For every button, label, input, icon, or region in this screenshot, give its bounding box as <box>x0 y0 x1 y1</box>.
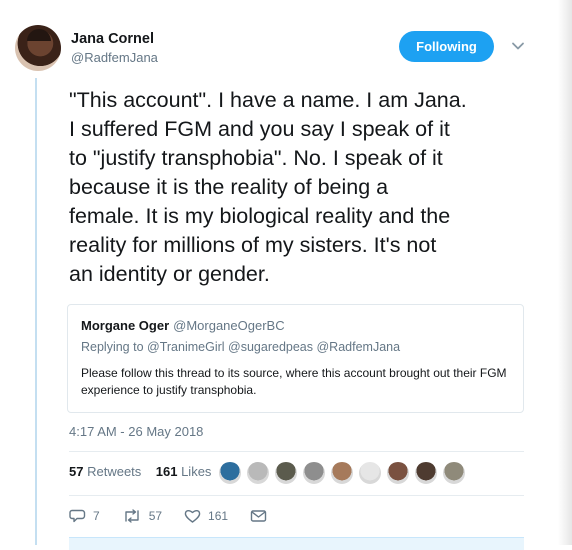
liker-avatar[interactable] <box>414 461 438 485</box>
tweet-line: "This account". I have a name. I am Jana… <box>69 88 467 112</box>
author-name[interactable]: Jana Cornel <box>71 31 154 47</box>
like-button[interactable]: 161 <box>184 508 228 524</box>
liker-avatar[interactable] <box>302 461 326 485</box>
quoted-author: Morgane Oger @MorganeOgerBC <box>81 318 285 333</box>
tweet-timestamp[interactable]: 4:17 AM - 26 May 2018 <box>69 424 203 439</box>
quoted-author-name: Morgane Oger <box>81 318 170 333</box>
thread-line <box>35 78 37 545</box>
tweet-line: to "justify transphobia". No. I speak of… <box>69 146 443 170</box>
tweet-line: female. It is my biological reality and … <box>69 204 451 228</box>
divider <box>69 451 524 452</box>
reply-button[interactable]: 7 <box>69 508 100 524</box>
direct-message-button[interactable] <box>250 509 274 523</box>
author-handle[interactable]: @RadfemJana <box>71 50 158 65</box>
liker-avatars <box>218 461 470 485</box>
reply-box[interactable] <box>69 537 524 550</box>
replying-to-label: Replying to <box>81 340 144 354</box>
envelope-icon <box>250 510 267 522</box>
window-edge-shadow <box>558 0 572 545</box>
likes-stat[interactable]: 161 Likes <box>156 464 212 479</box>
tweet-line: an identity or gender. <box>69 262 270 286</box>
replying-to: Replying to @TranimeGirl @sugaredpeas @R… <box>81 340 400 354</box>
chevron-down-icon[interactable] <box>510 38 526 54</box>
liker-avatar[interactable] <box>330 461 354 485</box>
liker-avatar[interactable] <box>358 461 382 485</box>
liker-avatar[interactable] <box>386 461 410 485</box>
replying-to-link[interactable]: @RadfemJana <box>316 340 400 354</box>
avatar[interactable] <box>15 25 61 71</box>
replying-to-link[interactable]: @TranimeGirl <box>147 340 225 354</box>
liker-avatar[interactable] <box>442 461 466 485</box>
liker-avatar[interactable] <box>218 461 242 485</box>
action-bar: 7 57 161 <box>69 508 296 524</box>
tweet-line: I suffered FGM and you say I speak of it <box>69 117 450 141</box>
likes-label: Likes <box>181 464 212 479</box>
retweet-icon <box>124 509 139 523</box>
retweets-count: 57 <box>69 464 84 479</box>
quoted-tweet[interactable]: Morgane Oger @MorganeOgerBC Replying to @… <box>67 304 524 413</box>
quoted-author-handle: @MorganeOgerBC <box>173 318 285 333</box>
like-count: 161 <box>208 509 229 523</box>
likes-count: 161 <box>155 464 178 479</box>
following-button[interactable]: Following <box>399 31 494 62</box>
tweet-line: reality for millions of my sisters. It's… <box>69 233 437 257</box>
retweet-count: 57 <box>148 509 163 523</box>
tweet-text: "This account". I have a name. I am Jana… <box>69 86 539 289</box>
replying-to-link[interactable]: @sugaredpeas <box>228 340 313 354</box>
tweet-line: because it is the reality of being a <box>69 175 389 199</box>
retweets-label: Retweets <box>87 464 142 479</box>
tweet-stats: 57 Retweets 161 Likes <box>69 464 211 479</box>
liker-avatar[interactable] <box>246 461 270 485</box>
retweets-stat[interactable]: 57 Retweets <box>69 464 141 479</box>
heart-icon <box>184 509 201 523</box>
liker-avatar[interactable] <box>274 461 298 485</box>
reply-icon <box>69 509 86 523</box>
quoted-tweet-text: Please follow this thread to its source,… <box>81 366 507 397</box>
retweet-button[interactable]: 57 <box>122 508 162 524</box>
divider <box>69 495 524 496</box>
reply-count: 7 <box>93 509 100 523</box>
